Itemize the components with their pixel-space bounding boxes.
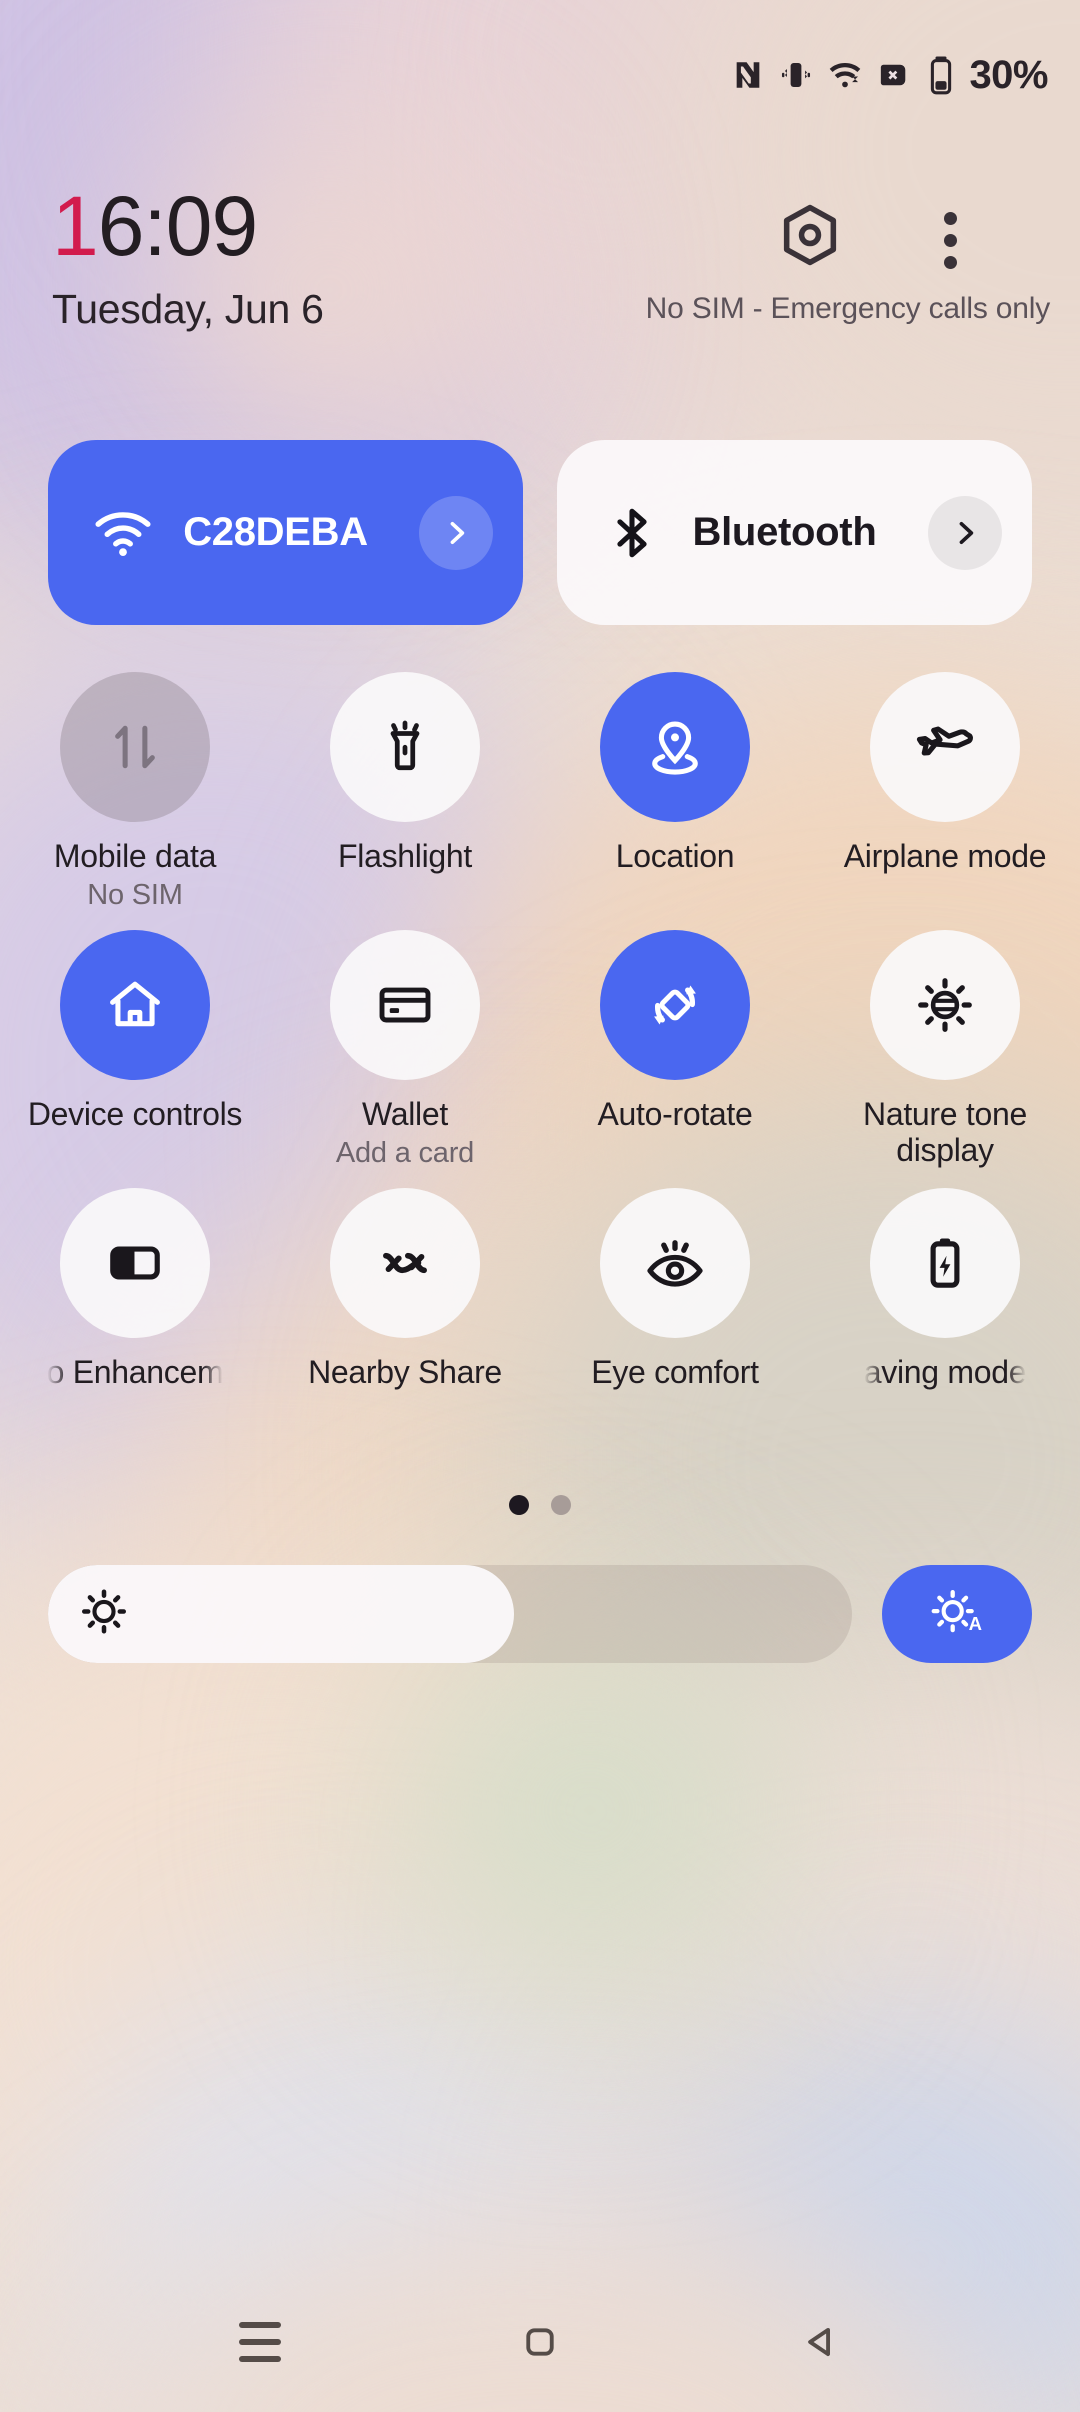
clock-rest: 6:09 (97, 179, 258, 273)
tile-flashlight[interactable]: Flashlight (270, 672, 540, 930)
tile-label: Nearby Share (308, 1354, 502, 1390)
quick-settings-header: 16:09 Tuesday, Jun 6 No SIM - Emergency … (0, 182, 1080, 332)
bluetooth-pill[interactable]: Bluetooth (557, 440, 1032, 625)
connectivity-pill-row: C28DEBA Bluetooth (48, 440, 1032, 625)
carrier-status-label: No SIM - Emergency calls only (645, 292, 1051, 325)
chevron-right-icon[interactable] (419, 495, 493, 570)
tile-mobile-data[interactable]: Mobile data No SIM (0, 672, 270, 930)
tile-label: Flashlight (338, 838, 472, 874)
tile-eye-comfort[interactable]: Eye comfort (540, 1188, 810, 1446)
tile-label: Mobile data (53, 838, 217, 874)
tile-label: Eye comfort (591, 1354, 759, 1390)
battery-percentage: 30% (969, 52, 1048, 97)
mobile-data-icon (60, 672, 210, 822)
svg-text:A: A (969, 1613, 982, 1634)
date-label: Tuesday, Jun 6 (52, 286, 324, 332)
clock[interactable]: 16:09 (52, 179, 258, 273)
page-indicator (0, 1495, 1080, 1515)
tile-sublabel: No SIM (87, 878, 183, 911)
card-icon (330, 930, 480, 1080)
auto-brightness-icon: A (929, 1584, 985, 1645)
sim-error-icon (877, 59, 913, 91)
page-dot-2[interactable] (551, 1495, 571, 1515)
battery-icon (927, 55, 955, 95)
airplane-icon (870, 672, 1020, 822)
tile-nearby-share[interactable]: Nearby Share (270, 1188, 540, 1446)
wifi-icon (827, 57, 863, 93)
back-triangle-icon[interactable] (760, 2292, 880, 2392)
status-bar: 30% (0, 0, 1080, 150)
tile-label: Nature tone display (863, 1096, 1027, 1168)
tile-video-enhancement[interactable]: o Enhancem (0, 1188, 270, 1446)
brightness-slider[interactable] (48, 1565, 852, 1663)
vibrate-icon (779, 58, 813, 92)
tile-label: Airplane mode (843, 838, 1047, 874)
tile-label: aving mode (863, 1355, 1027, 1390)
tile-label: o Enhancem (46, 1355, 224, 1390)
page-dot-1[interactable] (509, 1495, 529, 1515)
tile-power-saving-mode[interactable]: aving mode (810, 1188, 1080, 1446)
tile-wallet[interactable]: Wallet Add a card (270, 930, 540, 1188)
sun-lines-icon (870, 930, 1020, 1080)
clock-hour-highlight: 1 (52, 179, 99, 273)
tile-label: Wallet (362, 1096, 448, 1132)
battery-bolt-icon (870, 1188, 1020, 1338)
split-screen-icon (60, 1188, 210, 1338)
tile-location[interactable]: Location (540, 672, 810, 930)
wifi-pill[interactable]: C28DEBA (48, 440, 523, 625)
tile-label: Location (615, 838, 735, 874)
auto-rotate-icon (600, 930, 750, 1080)
nfc-icon (731, 58, 765, 92)
tile-device-controls[interactable]: Device controls (0, 930, 270, 1188)
wifi-network-name: C28DEBA (183, 510, 368, 554)
home-icon (60, 930, 210, 1080)
tile-sublabel: Add a card (335, 1136, 475, 1169)
bluetooth-label: Bluetooth (692, 510, 877, 554)
tile-label: Auto-rotate (597, 1096, 753, 1132)
hexagon-settings-icon[interactable] (775, 200, 845, 275)
tile-auto-rotate[interactable]: Auto-rotate (540, 930, 810, 1188)
home-square-icon[interactable] (480, 2292, 600, 2392)
tile-airplane-mode[interactable]: Airplane mode (810, 672, 1080, 930)
tile-label: Device controls (27, 1096, 243, 1132)
auto-brightness-button[interactable]: A (882, 1565, 1032, 1663)
nearby-share-icon (330, 1188, 480, 1338)
flashlight-icon (330, 672, 480, 822)
location-pin-icon (600, 672, 750, 822)
more-options-icon[interactable] (930, 198, 971, 283)
quick-settings-tile-grid: Mobile data No SIM Flashlight Location A… (0, 672, 1080, 1446)
eye-icon (600, 1188, 750, 1338)
brightness-row: A (48, 1565, 1032, 1663)
chevron-right-icon[interactable] (928, 495, 1002, 570)
tile-nature-tone-display[interactable]: Nature tone display (810, 930, 1080, 1188)
navigation-bar (0, 2272, 1080, 2412)
recents-icon[interactable] (200, 2292, 320, 2392)
brightness-sun-icon (78, 1586, 130, 1643)
